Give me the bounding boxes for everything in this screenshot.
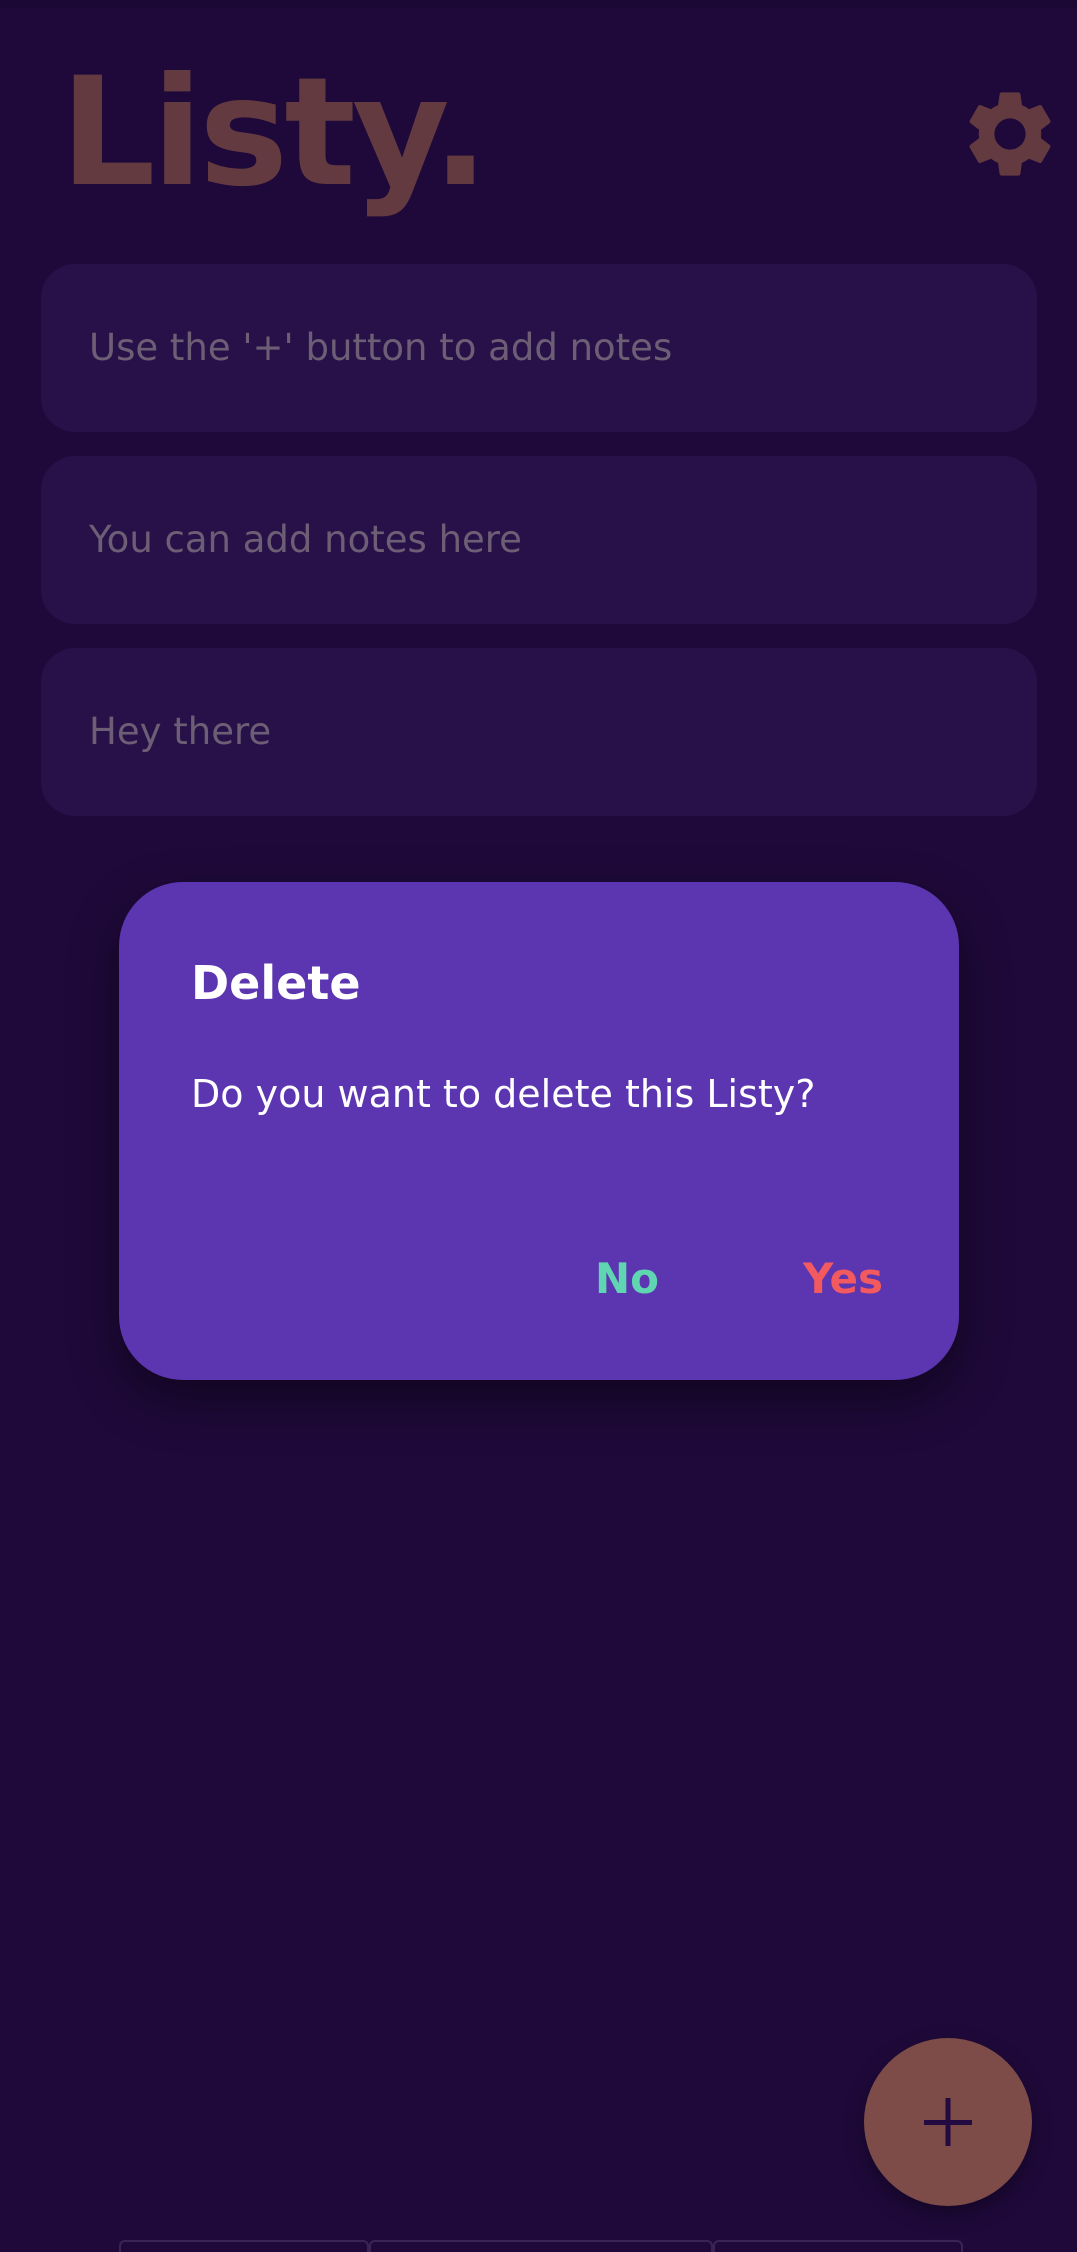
delete-dialog: Delete Do you want to delete this Listy?… — [119, 882, 959, 1380]
add-note-button[interactable] — [864, 2038, 1032, 2206]
no-button[interactable]: No — [595, 1254, 659, 1303]
dialog-message: Do you want to delete this Listy? — [191, 1072, 816, 1116]
dialog-title: Delete — [191, 956, 361, 1010]
plus-icon — [924, 2098, 972, 2146]
status-bar — [0, 0, 1077, 8]
nav-segment — [369, 2240, 713, 2252]
app-screen: Listy. Use the '+' button to add notes Y… — [0, 0, 1077, 2252]
nav-segment — [713, 2240, 963, 2252]
nav-segment — [119, 2240, 369, 2252]
yes-button[interactable]: Yes — [803, 1254, 883, 1303]
